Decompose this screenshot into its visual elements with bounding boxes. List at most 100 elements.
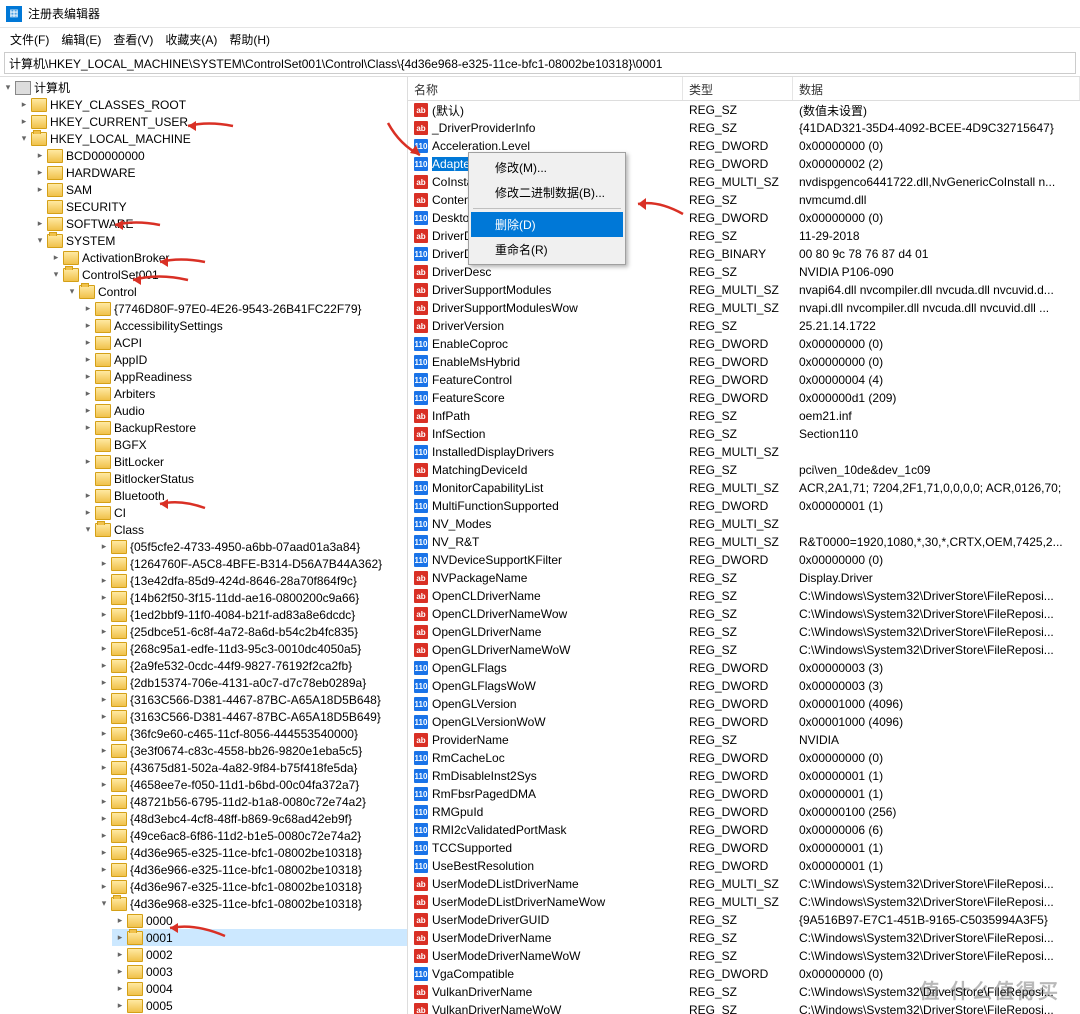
value-row[interactable]: abDriverSupportModulesWowREG_MULTI_SZnva… xyxy=(408,299,1080,317)
tree-class-guid[interactable]: ▸{14b62f50-3f15-11dd-ae16-0800200c9a66} xyxy=(96,589,407,606)
value-row[interactable]: ab(默认)REG_SZ(数值未设置) xyxy=(408,101,1080,119)
value-row[interactable]: 110OpenGLFlagsWoWREG_DWORD0x00000003 (3) xyxy=(408,677,1080,695)
address-bar[interactable]: 计算机\HKEY_LOCAL_MACHINE\SYSTEM\ControlSet… xyxy=(4,52,1076,74)
value-row[interactable]: abInfPathREG_SZoem21.inf xyxy=(408,407,1080,425)
value-row[interactable]: 110RMI2cValidatedPortMaskREG_DWORD0x0000… xyxy=(408,821,1080,839)
tree-class-guid[interactable]: ▸{3163C566-D381-4467-87BC-A65A18D5B649} xyxy=(96,708,407,725)
tree-ab[interactable]: ▸ActivationBroker xyxy=(48,249,407,266)
tree-arb[interactable]: ▸Arbiters xyxy=(80,385,407,402)
tree-class-guid[interactable]: ▸{2db15374-706e-4131-a0c7-d7c78eb0289a} xyxy=(96,674,407,691)
tree-ci[interactable]: ▸CI xyxy=(80,504,407,521)
ctx-modify-binary[interactable]: 修改二进制数据(B)... xyxy=(471,180,623,205)
tree-class-guid[interactable]: ▸{25dbce51-6c8f-4a72-8a6d-b54c2b4fc835} xyxy=(96,623,407,640)
tree-class[interactable]: ▾Class xyxy=(80,521,407,538)
tree-sw[interactable]: ▸SOFTWARE xyxy=(32,215,407,232)
value-row[interactable]: 110RmDisableInst2SysREG_DWORD0x00000001 … xyxy=(408,767,1080,785)
ctx-rename[interactable]: 重命名(R) xyxy=(471,237,623,262)
value-row[interactable]: 110NV_R&TREG_MULTI_SZR&T0000=1920,1080,*… xyxy=(408,533,1080,551)
value-row[interactable]: abOpenCLDriverNameWowREG_SZC:\Windows\Sy… xyxy=(408,605,1080,623)
value-row[interactable]: abOpenGLDriverNameREG_SZC:\Windows\Syste… xyxy=(408,623,1080,641)
tree-acpi[interactable]: ▸ACPI xyxy=(80,334,407,351)
value-row[interactable]: 110MultiFunctionSupportedREG_DWORD0x0000… xyxy=(408,497,1080,515)
tree-hkcu[interactable]: ▸HKEY_CURRENT_USER xyxy=(16,113,407,130)
tree-appr[interactable]: ▸AppReadiness xyxy=(80,368,407,385)
value-row[interactable]: 110FeatureControlREG_DWORD0x00000004 (4) xyxy=(408,371,1080,389)
tree-subkey-0002[interactable]: ▸0002 xyxy=(112,946,407,963)
tree-root[interactable]: ▾计算机 xyxy=(0,79,407,96)
tree-class-guid[interactable]: ▸{4d36e965-e325-11ce-bfc1-08002be10318} xyxy=(96,844,407,861)
tree-bgfx[interactable]: ▸BGFX xyxy=(80,436,407,453)
tree-audio[interactable]: ▸Audio xyxy=(80,402,407,419)
tree-hkcr[interactable]: ▸HKEY_CLASSES_ROOT xyxy=(16,96,407,113)
ctx-modify[interactable]: 修改(M)... xyxy=(471,155,623,180)
ctx-delete[interactable]: 删除(D) xyxy=(471,212,623,237)
value-row[interactable]: abUserModeDListDriverNameWowREG_MULTI_SZ… xyxy=(408,893,1080,911)
tree-ctrl[interactable]: ▾Control xyxy=(64,283,407,300)
col-name[interactable]: 名称 xyxy=(408,77,683,100)
tree-appid[interactable]: ▸AppID xyxy=(80,351,407,368)
col-data[interactable]: 数据 xyxy=(793,77,1080,100)
tree-hw[interactable]: ▸HARDWARE xyxy=(32,164,407,181)
value-row[interactable]: 110MonitorCapabilityListREG_MULTI_SZACR,… xyxy=(408,479,1080,497)
value-row[interactable]: abInfSectionREG_SZSection110 xyxy=(408,425,1080,443)
value-row[interactable]: abUserModeDriverGUIDREG_SZ{9A516B97-E7C1… xyxy=(408,911,1080,929)
tree-subkey-0004[interactable]: ▸0004 xyxy=(112,980,407,997)
value-row[interactable]: 110RmCacheLocREG_DWORD0x00000000 (0) xyxy=(408,749,1080,767)
tree-bt[interactable]: ▸Bluetooth xyxy=(80,487,407,504)
tree-bcd[interactable]: ▸BCD00000000 xyxy=(32,147,407,164)
tree-class-guid[interactable]: ▾{4d36e968-e325-11ce-bfc1-08002be10318} xyxy=(96,895,407,912)
tree-class-guid[interactable]: ▸{48721b56-6795-11d2-b1a8-0080c72e74a2} xyxy=(96,793,407,810)
tree-class-guid[interactable]: ▸{1264760F-A5C8-4BFE-B314-D56A7B44A362} xyxy=(96,555,407,572)
value-row[interactable]: 110OpenGLVersionREG_DWORD0x00001000 (409… xyxy=(408,695,1080,713)
col-type[interactable]: 类型 xyxy=(683,77,793,100)
menu-fav[interactable]: 收藏夹(A) xyxy=(159,29,223,50)
tree-hklm[interactable]: ▾HKEY_LOCAL_MACHINE xyxy=(16,130,407,147)
value-row[interactable]: 110NVDeviceSupportKFilterREG_DWORD0x0000… xyxy=(408,551,1080,569)
value-row[interactable]: 110NV_ModesREG_MULTI_SZ xyxy=(408,515,1080,533)
value-row[interactable]: 110FeatureScoreREG_DWORD0x000000d1 (209) xyxy=(408,389,1080,407)
value-row[interactable]: 110OpenGLFlagsREG_DWORD0x00000003 (3) xyxy=(408,659,1080,677)
value-row[interactable]: 110RmFbsrPagedDMAREG_DWORD0x00000001 (1) xyxy=(408,785,1080,803)
tree-subkey-0003[interactable]: ▸0003 xyxy=(112,963,407,980)
tree-bkr[interactable]: ▸BackupRestore xyxy=(80,419,407,436)
value-row[interactable]: abProviderNameREG_SZNVIDIA xyxy=(408,731,1080,749)
tree-class-guid[interactable]: ▸{3e3f0674-c83c-4558-bb26-9820e1eba5c5} xyxy=(96,742,407,759)
tree-class-guid[interactable]: ▸{48d3ebc4-4cf8-48ff-b869-9c68ad42eb9f} xyxy=(96,810,407,827)
tree-class-guid[interactable]: ▸{4658ee7e-f050-11d1-b6bd-00c04fa372a7} xyxy=(96,776,407,793)
tree-bitl[interactable]: ▸BitLocker xyxy=(80,453,407,470)
value-row[interactable]: abDriverDescREG_SZNVIDIA P106-090 xyxy=(408,263,1080,281)
value-row[interactable]: 110EnableCoprocREG_DWORD0x00000000 (0) xyxy=(408,335,1080,353)
value-row[interactable]: abUserModeDriverNameREG_SZC:\Windows\Sys… xyxy=(408,929,1080,947)
tree-bitls[interactable]: ▸BitlockerStatus xyxy=(80,470,407,487)
tree-class-guid[interactable]: ▸{268c95a1-edfe-11d3-95c3-0010dc4050a5} xyxy=(96,640,407,657)
menu-file[interactable]: 文件(F) xyxy=(4,29,55,50)
tree-class-guid[interactable]: ▸{3163C566-D381-4467-87BC-A65A18D5B648} xyxy=(96,691,407,708)
value-row[interactable]: 110RMGpuIdREG_DWORD0x00000100 (256) xyxy=(408,803,1080,821)
tree-class-guid[interactable]: ▸{4d36e966-e325-11ce-bfc1-08002be10318} xyxy=(96,861,407,878)
tree-class-guid[interactable]: ▸{49ce6ac8-6f86-11d2-b1e5-0080c72e74a2} xyxy=(96,827,407,844)
menu-edit[interactable]: 编辑(E) xyxy=(55,29,107,50)
menu-view[interactable]: 查看(V) xyxy=(107,29,159,50)
tree-subkey-0000[interactable]: ▸0000 xyxy=(112,912,407,929)
value-row[interactable]: 110UseBestResolutionREG_DWORD0x00000001 … xyxy=(408,857,1080,875)
value-row[interactable]: 110TCCSupportedREG_DWORD0x00000001 (1) xyxy=(408,839,1080,857)
value-row[interactable]: abNVPackageNameREG_SZDisplay.Driver xyxy=(408,569,1080,587)
tree-pane[interactable]: ▾计算机 ▸HKEY_CLASSES_ROOT ▸HKEY_CURRENT_US… xyxy=(0,77,408,1014)
value-row[interactable]: abDriverVersionREG_SZ25.21.14.1722 xyxy=(408,317,1080,335)
tree-class-guid[interactable]: ▸{13e42dfa-85d9-424d-8646-28a70f864f9c} xyxy=(96,572,407,589)
tree-class-guid[interactable]: ▸{2a9fe532-0cdc-44f9-9827-76192f2ca2fb} xyxy=(96,657,407,674)
tree-subkey-0001[interactable]: ▸0001 xyxy=(112,929,407,946)
tree-cs001[interactable]: ▾ControlSet001 xyxy=(48,266,407,283)
tree-sec[interactable]: ▸SECURITY xyxy=(32,198,407,215)
value-row[interactable]: 110OpenGLVersionWoWREG_DWORD0x00001000 (… xyxy=(408,713,1080,731)
tree-class-guid[interactable]: ▸{36fc9e60-c465-11cf-8056-444553540000} xyxy=(96,725,407,742)
value-row[interactable]: ab_DriverProviderInfoREG_SZ{41DAD321-35D… xyxy=(408,119,1080,137)
value-row[interactable]: 110EnableMsHybridREG_DWORD0x00000000 (0) xyxy=(408,353,1080,371)
tree-acc[interactable]: ▸AccessibilitySettings xyxy=(80,317,407,334)
tree-class-guid[interactable]: ▸{05f5cfe2-4733-4950-a6bb-07aad01a3a84} xyxy=(96,538,407,555)
value-row[interactable]: 110InstalledDisplayDriversREG_MULTI_SZ xyxy=(408,443,1080,461)
value-row[interactable]: abDriverSupportModulesREG_MULTI_SZnvapi6… xyxy=(408,281,1080,299)
tree-subkey-0005[interactable]: ▸0005 xyxy=(112,997,407,1014)
value-row[interactable]: abMatchingDeviceIdREG_SZpci\ven_10de&dev… xyxy=(408,461,1080,479)
tree-class-guid[interactable]: ▸{1ed2bbf9-11f0-4084-b21f-ad83a8e6dcdc} xyxy=(96,606,407,623)
